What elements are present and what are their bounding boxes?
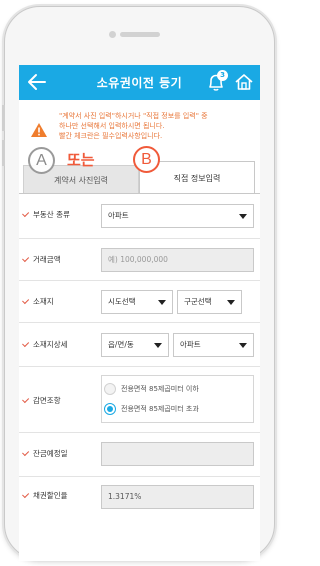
required-check-icon [22, 340, 30, 348]
chevron-down-icon [154, 343, 162, 348]
chevron-down-icon [158, 300, 166, 305]
speaker-slot [120, 32, 160, 37]
volume-button-2 [2, 140, 5, 166]
form-row-property-type: 부동산 종류 아파트 [19, 195, 260, 239]
field-label: 감면조항 [22, 395, 61, 406]
field-label: 거래금액 [22, 254, 61, 265]
tab-divider [19, 193, 260, 194]
required-check-icon [22, 210, 30, 218]
annotation-marker-b: B [133, 146, 160, 173]
field-label: 채권할인율 [22, 490, 68, 501]
notification-badge: 3 [217, 70, 228, 81]
form-row-bond-rate: 채권할인율 1.3171% [19, 477, 260, 517]
form-row-location-detail: 소재지상세 읍/면/동 아파트 [19, 323, 260, 367]
field-label: 부동산 종류 [22, 209, 70, 220]
notice-text: "계약서 사진 입력"하시거나 "직접 정보를 입력" 중 하나만 선택해서 입… [59, 111, 255, 141]
home-icon[interactable] [233, 71, 255, 93]
chevron-down-icon [239, 343, 247, 348]
form-row-trade-amount: 거래금액 예) 100,000,000 [19, 239, 260, 281]
warning-icon [31, 123, 47, 137]
notice-line: 빨간 체크란은 필수입력사항입니다. [59, 132, 163, 140]
property-type-select[interactable]: 아파트 [101, 204, 254, 228]
property-form: 부동산 종류 아파트 거래금액 예) 100,000,000 소재지 시도선택 … [19, 195, 260, 517]
city-select[interactable]: 시도선택 [101, 290, 173, 314]
annotation-or-text: 또는 [67, 151, 95, 169]
app-header: 소유권이전 등기 3 [19, 65, 260, 100]
notification-button[interactable]: 3 [205, 70, 228, 93]
required-check-icon [22, 255, 30, 263]
required-check-icon [22, 449, 30, 457]
reduction-option-under-85[interactable]: 전용면적 85제곱미터 이하 [101, 380, 251, 398]
form-row-location: 소재지 시도선택 구군선택 [19, 281, 260, 323]
reduction-option-over-85[interactable]: 전용면적 85제곱미터 초과 [101, 400, 251, 418]
district-select[interactable]: 구군선택 [177, 290, 242, 314]
field-label: 소재지 [22, 296, 54, 307]
required-check-icon [22, 396, 30, 404]
required-check-icon [22, 297, 30, 305]
radio-button [104, 383, 116, 395]
radio-button-selected [104, 403, 116, 415]
annotation-marker-a: A [28, 147, 55, 174]
chevron-down-icon [227, 300, 235, 305]
volume-button [2, 105, 5, 131]
notice-line: 하나만 선택해서 입력하시면 됩니다. [59, 122, 165, 130]
camera-dot [109, 31, 116, 38]
building-select[interactable]: 아파트 [173, 333, 254, 357]
required-check-icon [22, 491, 30, 499]
town-select[interactable]: 읍/면/동 [101, 333, 169, 357]
field-label: 소재지상세 [22, 339, 68, 350]
notice-line: "계약서 사진 입력"하시거나 "직접 정보를 입력" 중 [59, 112, 208, 120]
form-row-balance-date: 잔금예정일 [19, 433, 260, 477]
bond-rate-input[interactable]: 1.3171% [101, 485, 254, 509]
balance-date-input[interactable] [101, 442, 254, 466]
form-row-reduction: 감면조항 전용면적 85제곱미터 이하 전용면적 85제곱미터 초과 [19, 367, 260, 433]
app-screen: 소유권이전 등기 3 "계약서 사진 입력"하시거나 "직접 정보를 입력" 중… [19, 65, 260, 561]
trade-amount-input[interactable]: 예) 100,000,000 [101, 248, 254, 272]
field-label: 잔금예정일 [22, 448, 68, 459]
chevron-down-icon [239, 214, 247, 219]
